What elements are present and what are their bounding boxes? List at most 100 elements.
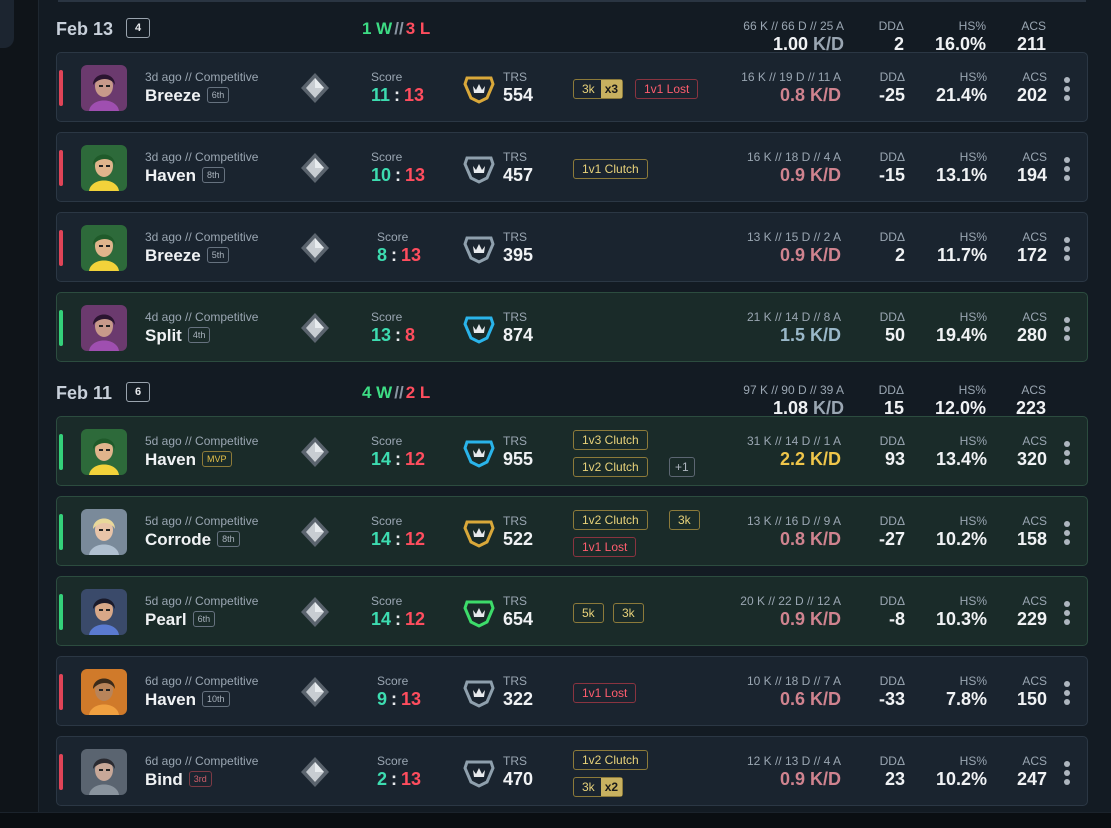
match-row[interactable]: 5d ago // Competitive Pearl 6th Score 14:12… [56,576,1088,646]
result-indicator [59,674,63,710]
acs-value: 247 [1016,769,1047,789]
match-row[interactable]: 5d ago // Competitive Corrode 8th Score 14:… [56,496,1088,566]
score-colon: : [395,449,402,469]
score-label: Score [371,70,403,84]
rank-icon [299,152,331,184]
dd-delta-value: -15 [878,165,905,185]
score-colon: : [395,165,402,185]
day-date: Feb 11 [56,383,113,403]
more-options-icon[interactable] [1063,681,1071,705]
enemy-score: 8 [405,325,416,345]
dd-delta-value: -8 [888,609,905,629]
enemy-score: 12 [405,609,426,629]
more-options-icon[interactable] [1063,77,1071,101]
trs-label: TRS [503,674,527,688]
highlight-tag: 1v3 Clutch [573,430,648,450]
acs-value: 280 [1016,325,1047,345]
score-label: Score [377,230,409,244]
more-options-icon[interactable] [1063,521,1071,545]
kd-ratio: 0.8 K/D [779,85,841,105]
score-label: Score [377,674,409,688]
score-label: Score [371,150,403,164]
tag-text: 1v2 Clutch [582,753,639,767]
team-score: 13 [371,325,392,345]
rank-icon [299,676,331,708]
day-match-count: 6 [126,382,150,402]
dd-delta-value: 23 [884,769,905,789]
rank-icon [299,516,331,548]
tag-text: 3k [678,513,691,527]
kda-line: 10 K // 18 D // 7 A [746,674,841,688]
placement-badge: 8th [202,166,225,183]
match-score: 2:13 [377,769,421,790]
rank-icon [299,596,331,628]
agent-portrait [81,669,127,715]
match-row[interactable]: 3d ago // Competitive Breeze 6th Score 11:1… [56,52,1088,122]
placement-badge: 8th [217,530,240,547]
trs-value: 522 [503,529,534,549]
kd-ratio: 0.9 K/D [779,769,841,789]
match-row[interactable]: 5d ago // Competitive Haven MVP Score 14:12… [56,416,1088,486]
tag-text: 1v2 Clutch [582,460,639,474]
map-name: Pearl 6th [145,610,216,630]
rank-icon [299,756,331,788]
tag-text: 1v1 Clutch [582,162,639,176]
match-row[interactable]: 6d ago // Competitive Haven 10th Score 9:13… [56,656,1088,726]
tag-text: 1v2 Clutch [582,513,639,527]
win-loss-summary: 1 W//3 L [362,19,430,39]
map-label: Breeze [145,246,201,265]
agent-portrait [81,65,127,111]
kd-ratio: 2.2 K/D [779,449,841,469]
trs-rank-icon [463,436,495,468]
rank-icon [299,232,331,264]
enemy-score: 13 [405,165,426,185]
wins: 1 W [362,19,393,38]
separator: // [394,383,404,402]
placement-badge: 4th [187,326,211,343]
more-options-icon[interactable] [1063,157,1071,181]
dd-delta-value: -33 [878,689,905,709]
more-options-icon[interactable] [1063,761,1071,785]
match-score: 10:13 [371,165,425,186]
kda-line: 16 K // 19 D // 11 A [741,70,841,84]
map-name: Haven MVP [145,450,232,470]
match-row[interactable]: 3d ago // Competitive Haven 8th Score 10:13… [56,132,1088,202]
trs-rank-icon [463,232,495,264]
match-meta: 5d ago // Competitive [145,434,259,448]
match-row[interactable]: 4d ago // Competitive Split 4th Score 13:8 … [56,292,1088,362]
dd-delta-label: DDΔ [879,754,905,768]
more-options-icon[interactable] [1063,601,1071,625]
dd-delta-label: DDΔ [879,70,905,84]
match-row[interactable]: 6d ago // Competitive Bind 3rd Score 2:13 T… [56,736,1088,806]
more-options-icon[interactable] [1063,237,1071,261]
map-name: Haven 8th [145,166,225,186]
dd-delta-label: DDΔ [879,230,905,244]
result-indicator [59,434,63,470]
trs-rank-icon [463,312,495,344]
match-score: 14:12 [371,609,425,630]
trs-value: 874 [503,325,534,345]
agent-portrait [81,749,127,795]
trs-rank-icon [463,676,495,708]
kda-line: 12 K // 13 D // 4 A [746,754,841,768]
team-score: 9 [377,689,388,709]
trs-value: 395 [503,245,534,265]
placement-badge: MVP [202,450,232,467]
match-score: 14:12 [371,529,425,550]
highlight-tag: 3k [613,603,644,623]
dd-delta-value: 2 [894,245,905,265]
bottom-bar [0,812,1111,828]
team-score: 14 [371,529,392,549]
tag-text: 3k [622,606,635,620]
trs-rank-icon [463,72,495,104]
agent-portrait [81,305,127,351]
trs-value: 654 [503,609,534,629]
match-score: 14:12 [371,449,425,470]
match-row[interactable]: 3d ago // Competitive Breeze 5th Score 8:13… [56,212,1088,282]
acs-label: ACS [1022,310,1047,324]
more-options-icon[interactable] [1063,441,1071,465]
placement-badge: 6th [192,610,216,627]
more-options-icon[interactable] [1063,317,1071,341]
highlight-tag: 1v1 Lost [573,537,637,557]
highlight-tag: 1v2 Clutch [573,457,648,477]
